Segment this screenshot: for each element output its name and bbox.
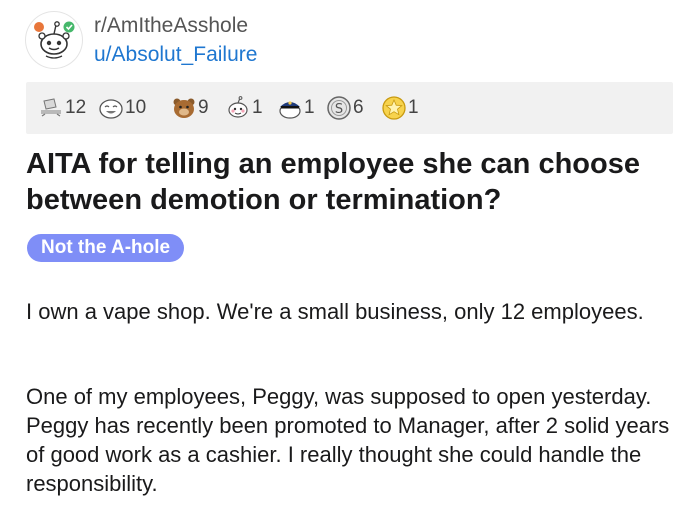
author-username[interactable]: u/Absolut_Failure xyxy=(94,43,257,67)
silver-icon: S xyxy=(327,96,351,120)
award-gold[interactable]: 1 xyxy=(381,93,419,123)
laughing-face-icon xyxy=(99,99,123,119)
subreddit-name[interactable]: r/AmItheAsshole xyxy=(94,14,248,38)
gold-star-icon xyxy=(382,96,406,120)
post-header: r/AmItheAsshole u/Absolut_Failure xyxy=(26,12,666,72)
post-flair[interactable]: Not the A-hole xyxy=(27,234,185,262)
award-laughing[interactable]: 10 xyxy=(98,93,146,123)
table-slap-icon xyxy=(41,98,61,117)
award-count: 1 xyxy=(252,97,263,118)
post-paragraph: I own a vape shop. We're a small busines… xyxy=(26,299,644,324)
award-count: 12 xyxy=(65,97,87,118)
award-silver[interactable]: S 6 xyxy=(326,93,364,123)
award-bear[interactable]: 9 xyxy=(171,93,209,123)
snoo-icon xyxy=(27,13,81,67)
post-title[interactable]: AITA for telling an employee she can cho… xyxy=(26,146,676,218)
police-cap-icon xyxy=(279,101,301,119)
award-count: 1 xyxy=(304,97,315,118)
award-police[interactable]: 1 xyxy=(277,93,315,123)
bear-icon xyxy=(173,98,195,118)
awards-bar: 12 10 9 1 1 S 6 1 xyxy=(26,82,673,134)
award-table-slap[interactable]: 12 xyxy=(38,93,86,123)
svg-text:S: S xyxy=(335,102,343,117)
award-count: 1 xyxy=(408,97,419,118)
award-count: 6 xyxy=(353,97,364,118)
award-count: 10 xyxy=(125,97,147,118)
award-count: 9 xyxy=(198,97,209,118)
subreddit-avatar[interactable] xyxy=(26,12,82,68)
award-wholesome[interactable]: 1 xyxy=(225,93,263,123)
wholesome-icon xyxy=(228,96,248,118)
post-paragraph: One of my employees, Peggy, was supposed… xyxy=(26,384,670,496)
